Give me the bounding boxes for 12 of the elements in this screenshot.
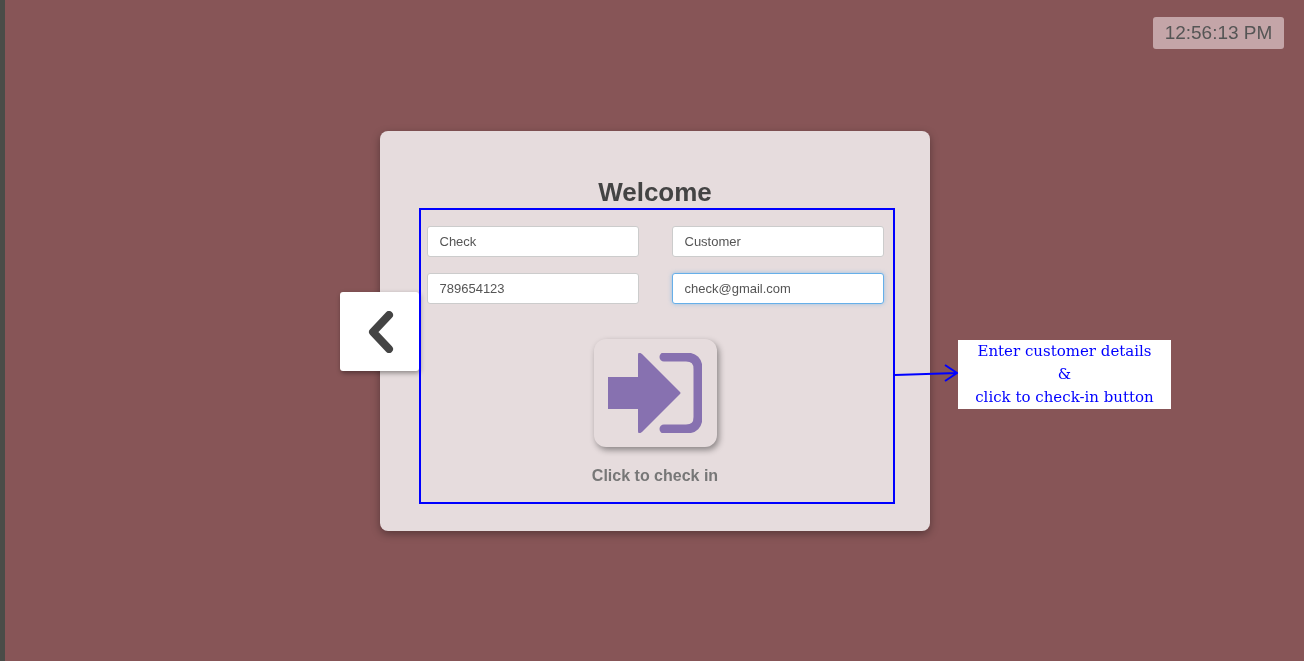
back-button[interactable]: [340, 292, 419, 371]
input-field[interactable]: Check: [426, 226, 639, 257]
input-field[interactable]: check@gmail.com: [671, 273, 884, 304]
input-field[interactable]: 789654123: [426, 273, 639, 304]
check-in-button[interactable]: [593, 339, 717, 447]
annotation-arrow: [895, 363, 959, 383]
sign-in-icon: [608, 353, 702, 433]
annotation-note: Enter customer details & click to check-in button: [958, 340, 1171, 409]
welcome-title: Welcome: [598, 176, 712, 208]
clock: 12:56:13 PM: [1153, 17, 1284, 49]
input-field[interactable]: Customer: [671, 226, 884, 257]
check-in-label: Click to check in: [591, 467, 719, 485]
